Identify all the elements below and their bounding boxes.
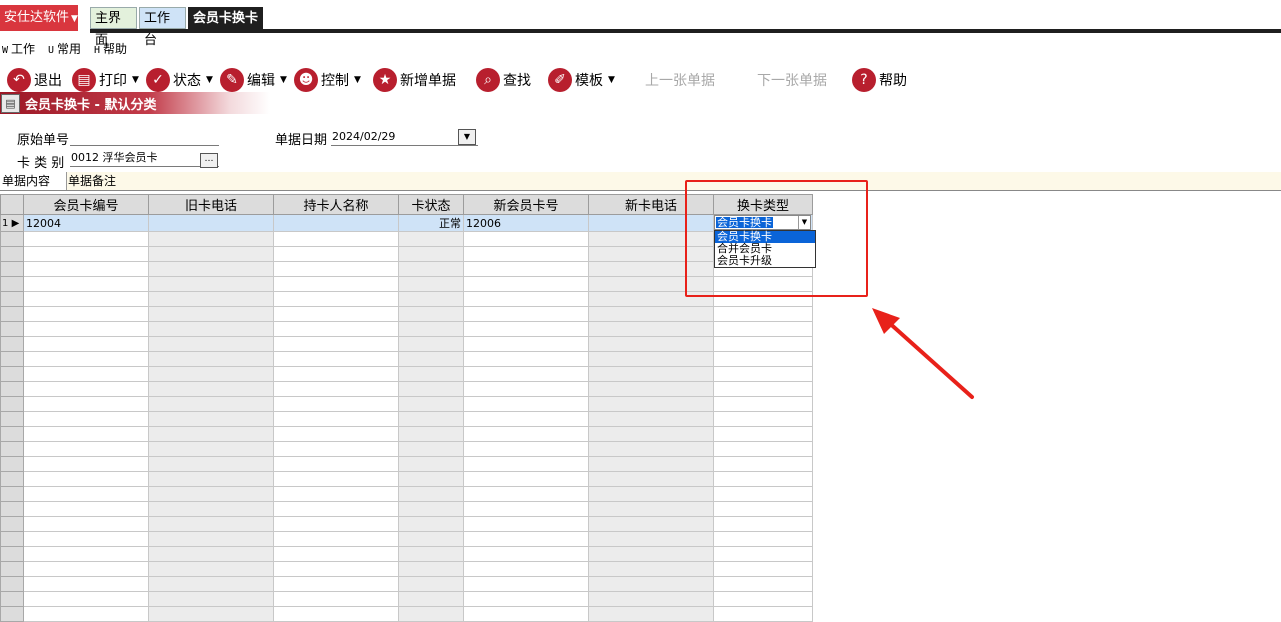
annotation-arrow xyxy=(872,308,974,399)
